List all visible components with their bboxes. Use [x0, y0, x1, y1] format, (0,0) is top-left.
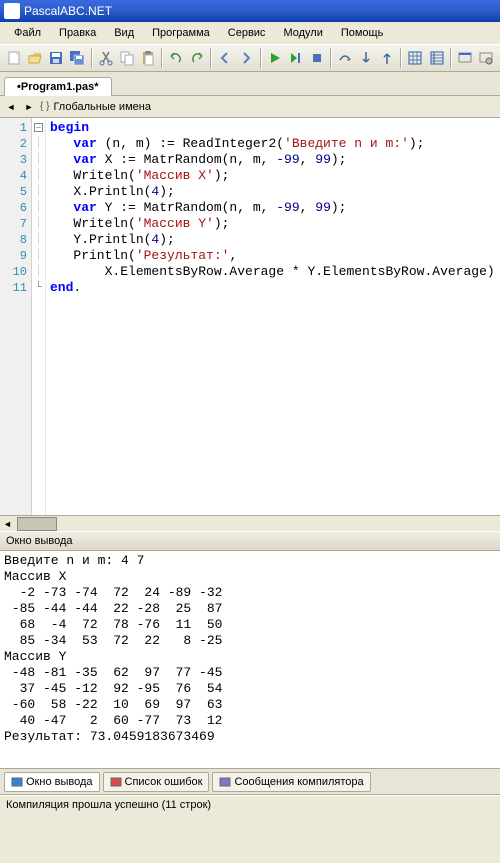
- output-pane[interactable]: Введите n и m: 4 7 Массив X -2 -73 -74 7…: [0, 551, 500, 769]
- nav-fwd-button[interactable]: [236, 47, 256, 69]
- app-icon: [4, 3, 20, 19]
- undo-button[interactable]: [166, 47, 186, 69]
- nav-prev-icon[interactable]: ◄: [4, 100, 18, 114]
- bottom-tab-compiler[interactable]: Сообщения компилятора: [212, 772, 370, 792]
- nav-next-icon[interactable]: ►: [22, 100, 36, 114]
- menu-помощь[interactable]: Помощь: [333, 24, 392, 42]
- title-bar: PascalABC.NET: [0, 0, 500, 22]
- output-tab-icon: [11, 776, 23, 788]
- menu-правка[interactable]: Правка: [51, 24, 104, 42]
- menu-модули[interactable]: Модули: [275, 24, 330, 42]
- copy-button[interactable]: [117, 47, 137, 69]
- redo-button[interactable]: [187, 47, 207, 69]
- tab-bar: •Program1.pas*: [0, 72, 500, 96]
- scope-indicator-icon: { }: [40, 101, 49, 112]
- stop-button[interactable]: [307, 47, 327, 69]
- step-into-button[interactable]: [356, 47, 376, 69]
- step-out-button[interactable]: [377, 47, 397, 69]
- bottom-tab-label: Окно вывода: [26, 776, 93, 788]
- new-file-button[interactable]: [4, 47, 24, 69]
- code-editor[interactable]: 1234567891011 −│││││││││└ begin var (n, …: [0, 118, 500, 515]
- fold-column[interactable]: −│││││││││└: [32, 118, 46, 515]
- output-pane-header: Окно вывода: [0, 531, 500, 551]
- cut-button[interactable]: [96, 47, 116, 69]
- open-file-button[interactable]: [25, 47, 45, 69]
- bottom-tab-label: Список ошибок: [125, 776, 203, 788]
- code-area[interactable]: begin var (n, m) := ReadInteger2('Введит…: [46, 118, 500, 515]
- compiler-tab-icon: [219, 776, 231, 788]
- nav-back-button[interactable]: [215, 47, 235, 69]
- bottom-tab-bar: Окно вывода Список ошибок Сообщения компил…: [0, 769, 500, 795]
- bottom-tab-output[interactable]: Окно вывода: [4, 772, 100, 792]
- step-over-button[interactable]: [335, 47, 355, 69]
- bottom-tab-errors[interactable]: Список ошибок: [103, 772, 210, 792]
- scope-label: Глобальные имена: [53, 101, 151, 113]
- editor-hscrollbar[interactable]: ◄: [0, 515, 500, 531]
- designer-button[interactable]: [455, 47, 475, 69]
- line-gutter: 1234567891011: [0, 118, 32, 515]
- menu-программа[interactable]: Программа: [144, 24, 218, 42]
- errors-tab-icon: [110, 776, 122, 788]
- toggle-linenumbers-button[interactable]: [427, 47, 447, 69]
- save-button[interactable]: [46, 47, 66, 69]
- menu-вид[interactable]: Вид: [106, 24, 142, 42]
- file-tab[interactable]: •Program1.pas*: [4, 77, 112, 96]
- menu-сервис[interactable]: Сервис: [220, 24, 274, 42]
- bottom-tab-label: Сообщения компилятора: [234, 776, 363, 788]
- togglegrid-button[interactable]: [405, 47, 425, 69]
- paste-button[interactable]: [138, 47, 158, 69]
- toolbar: [0, 44, 500, 72]
- options-button[interactable]: [476, 47, 496, 69]
- status-bar: Компиляция прошла успешно (11 строк): [0, 795, 500, 815]
- menu-файл[interactable]: Файл: [6, 24, 49, 42]
- menu-bar: ФайлПравкаВидПрограммаСервисМодулиПомощь: [0, 22, 500, 44]
- save-all-button[interactable]: [67, 47, 87, 69]
- run-without-debug-button[interactable]: [286, 47, 306, 69]
- nav-bar: ◄ ► { } Глобальные имена: [0, 96, 500, 118]
- run-button[interactable]: [265, 47, 285, 69]
- app-title: PascalABC.NET: [24, 4, 112, 18]
